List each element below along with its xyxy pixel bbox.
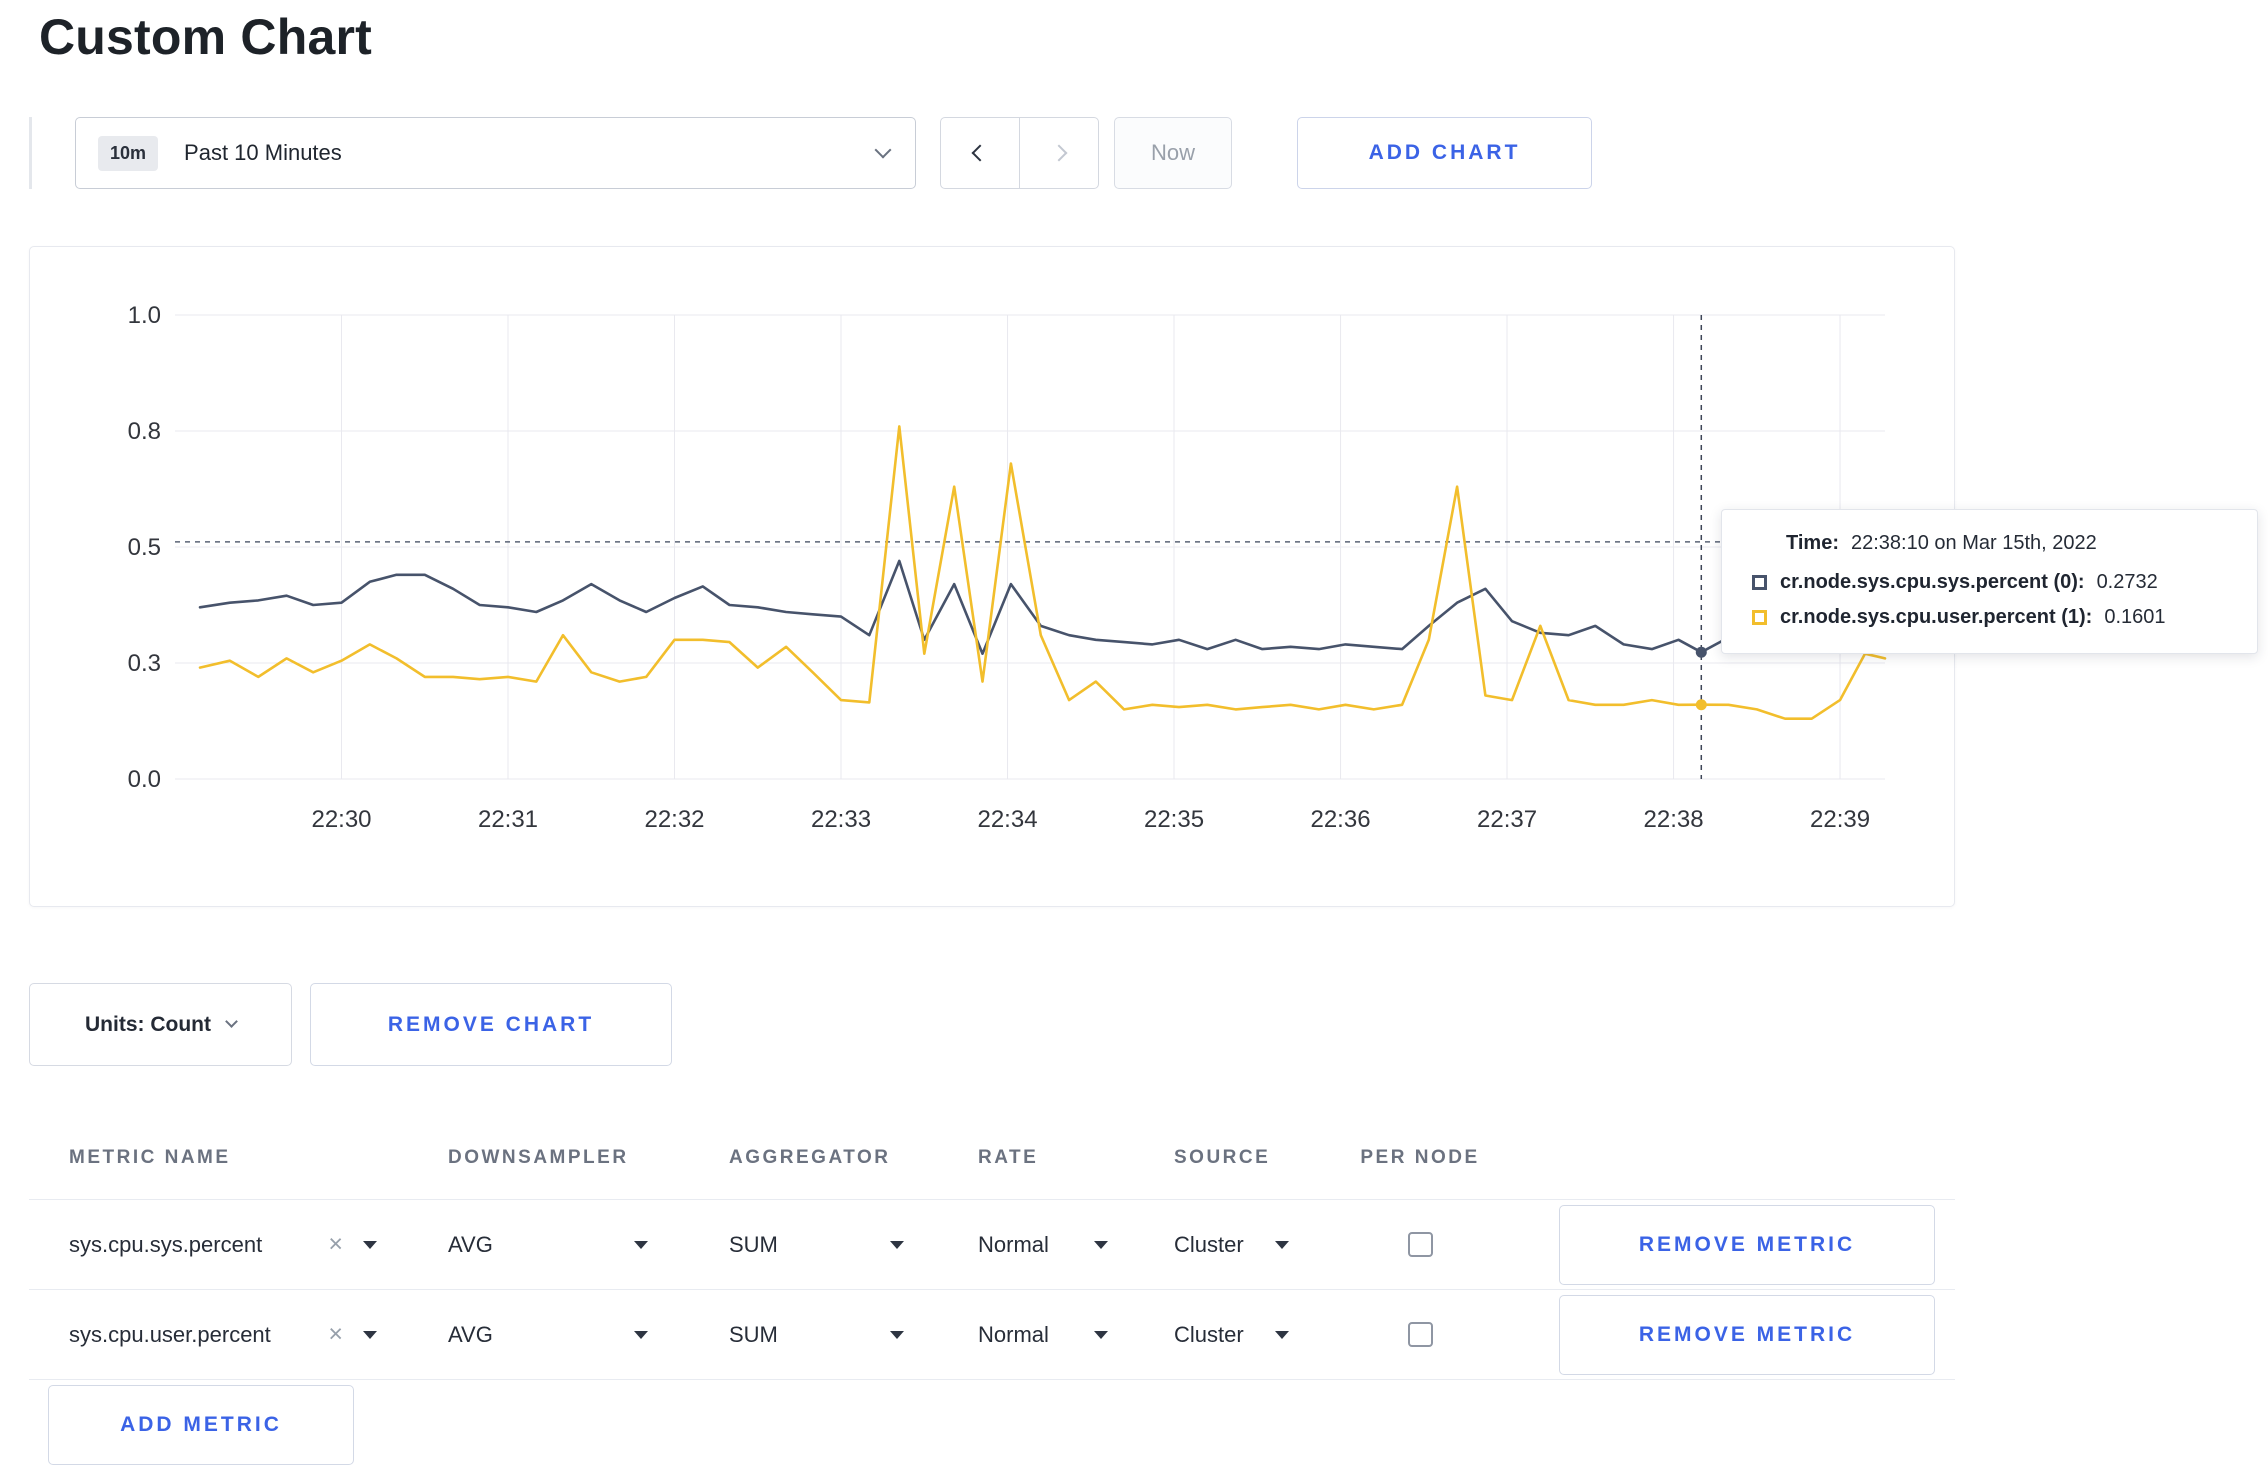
tooltip-series-value: 0.1601 bbox=[2104, 606, 2166, 628]
metric-name-select[interactable]: sys.cpu.user.percent × bbox=[69, 1322, 377, 1348]
prev-timerange-button[interactable] bbox=[940, 117, 1020, 189]
add-metric-button[interactable]: ADD METRIC bbox=[48, 1385, 354, 1465]
col-downsampler: DOWNSAMPLER bbox=[448, 1147, 629, 1168]
per-node-checkbox[interactable] bbox=[1407, 1322, 1433, 1347]
col-per-node: PER NODE bbox=[1360, 1147, 1480, 1168]
svg-text:22:38: 22:38 bbox=[1644, 806, 1704, 833]
tooltip-series-row: cr.node.sys.cpu.sys.percent (0): 0.2732 bbox=[1752, 571, 2231, 594]
col-metric-name: METRIC NAME bbox=[69, 1147, 231, 1168]
svg-text:22:32: 22:32 bbox=[644, 806, 704, 833]
caret-down-icon bbox=[363, 1330, 377, 1339]
metric-row: sys.cpu.sys.percent × AVG SUM Normal Clu… bbox=[29, 1200, 1955, 1290]
series-sys-swatch-icon bbox=[1752, 575, 1767, 590]
svg-text:22:30: 22:30 bbox=[311, 806, 371, 833]
metrics-table: METRIC NAME DOWNSAMPLER AGGREGATOR RATE … bbox=[29, 1117, 1955, 1380]
svg-text:22:31: 22:31 bbox=[478, 806, 538, 833]
clear-metric-icon[interactable]: × bbox=[328, 1322, 343, 1347]
svg-text:22:37: 22:37 bbox=[1477, 806, 1537, 833]
rate-select[interactable]: Normal bbox=[978, 1232, 1108, 1258]
tooltip-time-value: 22:38:10 on Mar 15th, 2022 bbox=[1850, 532, 2097, 554]
page-title: Custom Chart bbox=[39, 9, 372, 65]
svg-text:0.5: 0.5 bbox=[128, 534, 161, 561]
tooltip-series-name: cr.node.sys.cpu.sys.percent (0): bbox=[1780, 571, 2085, 593]
now-button[interactable]: Now bbox=[1114, 117, 1232, 189]
caret-down-icon bbox=[890, 1240, 904, 1249]
caret-down-icon bbox=[1275, 1240, 1289, 1249]
aggregator-select[interactable]: SUM bbox=[729, 1232, 904, 1258]
time-pager bbox=[940, 117, 1099, 189]
caret-down-icon bbox=[363, 1240, 377, 1249]
metrics-table-header: METRIC NAME DOWNSAMPLER AGGREGATOR RATE … bbox=[29, 1117, 1955, 1200]
rate-value: Normal bbox=[978, 1321, 1049, 1347]
aggregator-value: SUM bbox=[729, 1321, 778, 1347]
caret-down-icon bbox=[634, 1330, 648, 1339]
svg-text:1.0: 1.0 bbox=[128, 302, 161, 329]
source-value: Cluster bbox=[1174, 1321, 1244, 1347]
time-range-badge: 10m bbox=[98, 135, 159, 171]
custom-chart-page: Custom Chart 10m Past 10 Minutes Now ADD… bbox=[0, 0, 2268, 1478]
svg-text:0.3: 0.3 bbox=[128, 650, 161, 677]
remove-metric-button[interactable]: REMOVE METRIC bbox=[1559, 1204, 1935, 1285]
col-source: SOURCE bbox=[1174, 1147, 1271, 1168]
source-select[interactable]: Cluster bbox=[1174, 1232, 1289, 1258]
time-range-label: Past 10 Minutes bbox=[184, 140, 342, 165]
tooltip-series-row: cr.node.sys.cpu.user.percent (1): 0.1601 bbox=[1752, 606, 2231, 629]
next-timerange-button[interactable] bbox=[1019, 117, 1099, 189]
svg-text:22:34: 22:34 bbox=[977, 806, 1037, 833]
clear-metric-icon[interactable]: × bbox=[328, 1232, 343, 1257]
chevron-down-icon bbox=[225, 1015, 238, 1028]
downsampler-value: AVG bbox=[448, 1231, 493, 1257]
tooltip-time-row: Time: 22:38:10 on Mar 15th, 2022 bbox=[1752, 532, 2231, 555]
col-aggregator: AGGREGATOR bbox=[729, 1147, 891, 1168]
caret-down-icon bbox=[890, 1330, 904, 1339]
metric-name: sys.cpu.user.percent bbox=[69, 1321, 271, 1347]
tooltip-series-value: 0.2732 bbox=[2096, 571, 2158, 593]
add-chart-button[interactable]: ADD CHART bbox=[1297, 117, 1592, 189]
svg-text:22:39: 22:39 bbox=[1810, 806, 1870, 833]
metrics-chart[interactable]: 1.0 0.8 0.5 0.3 0.0 22:30 22:31 22:32 22:33 22:34… bbox=[30, 247, 1956, 905]
col-rate: RATE bbox=[978, 1147, 1039, 1168]
tooltip-series-name: cr.node.sys.cpu.user.percent (1): bbox=[1780, 606, 2093, 628]
toolbar-divider bbox=[29, 117, 32, 189]
caret-down-icon bbox=[634, 1240, 648, 1249]
metric-name: sys.cpu.sys.percent bbox=[69, 1231, 263, 1257]
remove-chart-button[interactable]: REMOVE CHART bbox=[310, 983, 672, 1066]
svg-text:22:36: 22:36 bbox=[1310, 806, 1370, 833]
source-select[interactable]: Cluster bbox=[1174, 1322, 1289, 1348]
metric-name-select[interactable]: sys.cpu.sys.percent × bbox=[69, 1232, 377, 1258]
source-value: Cluster bbox=[1174, 1231, 1244, 1257]
downsampler-select[interactable]: AVG bbox=[448, 1232, 648, 1258]
series-user-swatch-icon bbox=[1752, 610, 1767, 625]
chart-tooltip: Time: 22:38:10 on Mar 15th, 2022 cr.node.… bbox=[1721, 509, 2258, 654]
svg-text:0.8: 0.8 bbox=[128, 418, 161, 445]
svg-text:22:35: 22:35 bbox=[1144, 806, 1204, 833]
aggregator-select[interactable]: SUM bbox=[729, 1322, 904, 1348]
remove-metric-button[interactable]: REMOVE METRIC bbox=[1559, 1294, 1935, 1375]
tooltip-time-label: Time: bbox=[1786, 532, 1839, 554]
downsampler-value: AVG bbox=[448, 1321, 493, 1347]
chevron-left-icon bbox=[971, 144, 989, 162]
rate-select[interactable]: Normal bbox=[978, 1322, 1108, 1348]
units-label: Units: Count bbox=[85, 1012, 211, 1036]
time-range-dropdown[interactable]: 10m Past 10 Minutes bbox=[75, 117, 916, 189]
units-dropdown[interactable]: Units: Count bbox=[29, 983, 292, 1066]
downsampler-select[interactable]: AVG bbox=[448, 1322, 648, 1348]
caret-down-icon bbox=[1094, 1330, 1108, 1339]
aggregator-value: SUM bbox=[729, 1231, 778, 1257]
chart-card: 1.0 0.8 0.5 0.3 0.0 22:30 22:31 22:32 22:33 22:34… bbox=[29, 246, 1955, 907]
metric-row: sys.cpu.user.percent × AVG SUM Normal Cl… bbox=[29, 1290, 1955, 1380]
chevron-down-icon bbox=[874, 141, 892, 159]
svg-text:0.0: 0.0 bbox=[128, 766, 161, 793]
caret-down-icon bbox=[1094, 1240, 1108, 1249]
rate-value: Normal bbox=[978, 1231, 1049, 1257]
per-node-checkbox[interactable] bbox=[1407, 1232, 1433, 1257]
caret-down-icon bbox=[1275, 1330, 1289, 1339]
chevron-right-icon bbox=[1050, 144, 1068, 162]
svg-text:22:33: 22:33 bbox=[811, 806, 871, 833]
